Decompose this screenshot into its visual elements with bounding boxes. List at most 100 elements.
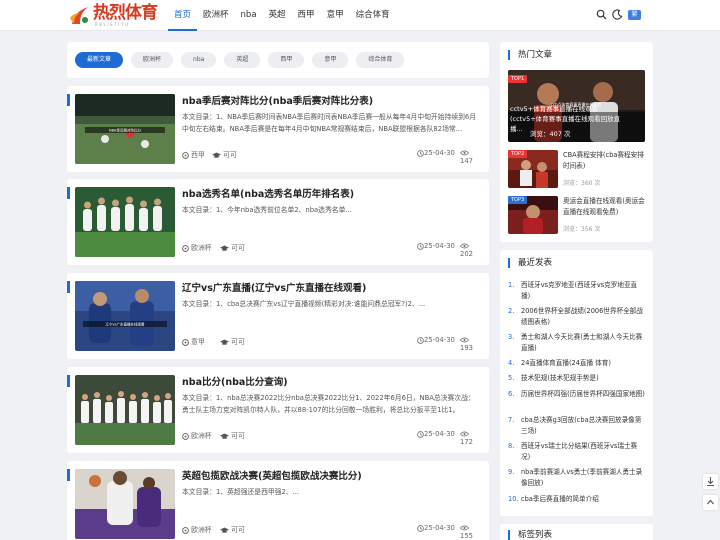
post-date: 25-04-30 (417, 149, 455, 157)
clock-icon (417, 336, 424, 344)
post-author: 可可 (220, 524, 245, 534)
post-card[interactable]: 辽宁vs广东直播在线观看 辽宁vs广东直播(辽宁vs广东直播在线观看) 本文目录… (67, 273, 489, 359)
post-category[interactable]: 意甲 (182, 336, 205, 346)
hot-article-title[interactable]: 奥运会直播在线观看(奥运会直播在线观看免费) (563, 196, 647, 218)
eye-icon (460, 431, 469, 437)
main-nav: 首页 欧洲杯 nba 英超 西甲 意甲 综合体育 (168, 0, 396, 31)
post-author: 可可 (220, 336, 245, 346)
post-views: 147 (460, 149, 480, 165)
graduation-cap-icon (220, 432, 229, 439)
logo-subtext: RELIETIYU (95, 22, 130, 27)
eye-icon (460, 525, 469, 531)
post-card[interactable]: nba比分(nba比分查询) 本文目录：1、nba总决赛2022比分nba总决赛… (67, 367, 489, 453)
nav-item-home[interactable]: 首页 (168, 0, 198, 31)
post-card[interactable]: 英超包揽欧战决赛(英超包揽欧战决赛比分) 本文目录：1、英超强还是西甲强2、..… (67, 461, 489, 540)
post-card[interactable]: nba选秀名单(nba选秀名单历年排名表) 本文目录：1、今年nba选秀前位名单… (67, 179, 489, 265)
post-title[interactable]: nba选秀名单(nba选秀名单历年排名表) (182, 186, 354, 200)
post-author: 可可 (220, 242, 245, 252)
post-thumbnail[interactable]: NBA季后赛对阵比分 (75, 94, 175, 164)
category-icon (182, 526, 189, 534)
post-views: 202 (460, 242, 480, 258)
tab-serie-a[interactable]: 意甲 (312, 52, 349, 68)
post-date: 25-04-30 (417, 336, 455, 344)
post-views: 172 (460, 430, 480, 446)
post-thumbnail[interactable] (75, 187, 175, 257)
post-excerpt: 本文目录：1、NBA季后赛时间表NBA季后赛时间表NBA季后赛一般从每年4月中旬… (182, 113, 477, 133)
tab-la-liga[interactable]: 西甲 (268, 52, 305, 68)
clock-icon (417, 242, 424, 250)
post-meta: 欧洲杯 可可 25-04-30 172 (182, 430, 480, 446)
post-category[interactable]: 欧洲杯 (182, 430, 212, 440)
post-author: 可可 (212, 149, 237, 159)
post-title[interactable]: 英超包揽欧战决赛(英超包揽欧战决赛比分) (182, 468, 362, 482)
dark-mode-icon[interactable] (612, 9, 623, 20)
hot-article-views: 浏览：407 次 (530, 130, 571, 138)
clock-icon (417, 524, 424, 532)
hot-article-views: 浏览：360 次 (563, 180, 601, 187)
post-meta: 西甲 可可 25-04-30 147 (182, 149, 480, 165)
tab-latest[interactable]: 最新文章 (75, 52, 124, 68)
post-date: 25-04-30 (417, 430, 455, 438)
eye-icon (460, 150, 469, 156)
post-views: 155 (460, 524, 480, 540)
category-icon (182, 338, 189, 346)
post-meta: 意甲 可可 25-04-30 193 (182, 336, 480, 352)
site-logo[interactable]: 热烈体育 RELIETIYU (68, 4, 158, 28)
latest-posts-widget: 最近发表 1. 西班牙vs克罗地亚(西班牙vs克罗地亚直播) 2. 2006世界杯全… (500, 250, 653, 516)
search-icon[interactable] (596, 9, 607, 20)
tab-nba[interactable]: nba (181, 52, 217, 68)
traditional-chinese-button[interactable]: 繁 (628, 9, 641, 20)
post-card[interactable]: NBA季后赛对阵比分 nba季后赛对阵比分(nba季后赛对阵比分表) 本文目录：… (67, 86, 489, 172)
arrow-up-icon (707, 499, 714, 505)
post-views: 193 (460, 336, 480, 352)
hot-articles-heading: 热门文章 (508, 50, 552, 60)
nav-item-la-liga[interactable]: 西甲 (292, 0, 321, 31)
post-thumbnail[interactable]: 辽宁vs广东直播在线观看 (75, 281, 175, 351)
tab-euro[interactable]: 欧洲杯 (131, 52, 174, 68)
post-category[interactable]: 欧洲杯 (182, 524, 212, 534)
nav-item-premier-league[interactable]: 英超 (263, 0, 292, 31)
site-header: 热烈体育 RELIETIYU 首页 欧洲杯 nba 英超 西甲 意甲 综合体育 … (0, 0, 720, 31)
post-title[interactable]: nba季后赛对阵比分(nba季后赛对阵比分表) (182, 93, 373, 107)
nav-item-serie-a[interactable]: 意甲 (321, 0, 350, 31)
download-float-button[interactable] (703, 474, 718, 489)
post-accent-bar (67, 469, 70, 481)
post-thumbnail[interactable] (75, 375, 175, 445)
clock-icon (417, 430, 424, 438)
post-excerpt: 本文目录：1、cba总决赛广东vs辽宁直播视频(精彩对决:谁能问鼎总冠军?)2、… (182, 300, 426, 308)
category-icon (182, 244, 189, 252)
post-thumbnail[interactable] (75, 469, 175, 539)
hot-articles-widget: 热门文章 cctv5体育赛事直播在线观看 TOP1 cctv5+体育赛事直播在线… (500, 42, 653, 242)
category-icon (182, 151, 189, 159)
post-thumbnail-caption: 辽宁vs广东直播在线观看 (106, 322, 145, 327)
post-excerpt: 本文目录：1、英超强还是西甲强2、... (182, 488, 300, 496)
post-category[interactable]: 欧洲杯 (182, 242, 212, 252)
nav-item-nba[interactable]: nba (235, 0, 263, 31)
hot-article-row[interactable]: TOP3 奥运会直播在线观看(奥运会直播在线观看免费) 浏览：356 次 (508, 196, 645, 234)
post-excerpt: 本文目录：1、今年nba选秀前位名单2、nba选秀名单... (182, 206, 352, 214)
post-title[interactable]: nba比分(nba比分查询) (182, 374, 288, 388)
post-accent-bar (67, 187, 70, 199)
post-accent-bar (67, 375, 70, 387)
top3-badge: TOP3 (508, 196, 528, 204)
tab-general-sports[interactable]: 综合体育 (356, 52, 405, 68)
category-icon (182, 432, 189, 440)
eye-icon (460, 337, 469, 343)
post-excerpt: 本文目录：1、nba总决赛2022比分nba总决赛2022比分1、2022年6月… (182, 394, 475, 414)
nav-item-euro[interactable]: 欧洲杯 (197, 0, 235, 31)
tab-premier-league[interactable]: 英超 (224, 52, 261, 68)
post-accent-bar (67, 281, 70, 293)
tags-widget: 标签列表 (500, 524, 653, 540)
graduation-cap-icon (220, 338, 229, 345)
logo-text: 热烈体育 (93, 3, 158, 23)
back-to-top-button[interactable] (703, 495, 718, 510)
post-category[interactable]: 西甲 (182, 149, 205, 159)
eye-icon (460, 243, 469, 249)
post-title[interactable]: 辽宁vs广东直播(辽宁vs广东直播在线观看) (182, 280, 366, 294)
hot-article-title[interactable]: CBA赛程安排(cba赛程安排时间表) (563, 150, 647, 172)
logo-mark-icon (70, 7, 88, 24)
hot-article-row[interactable]: TOP2 CBA赛程安排(cba赛程安排时间表) 浏览：360 次 (508, 150, 645, 188)
post-date: 25-04-30 (417, 524, 455, 532)
download-icon (707, 477, 714, 487)
nav-item-general-sports[interactable]: 综合体育 (350, 0, 396, 31)
